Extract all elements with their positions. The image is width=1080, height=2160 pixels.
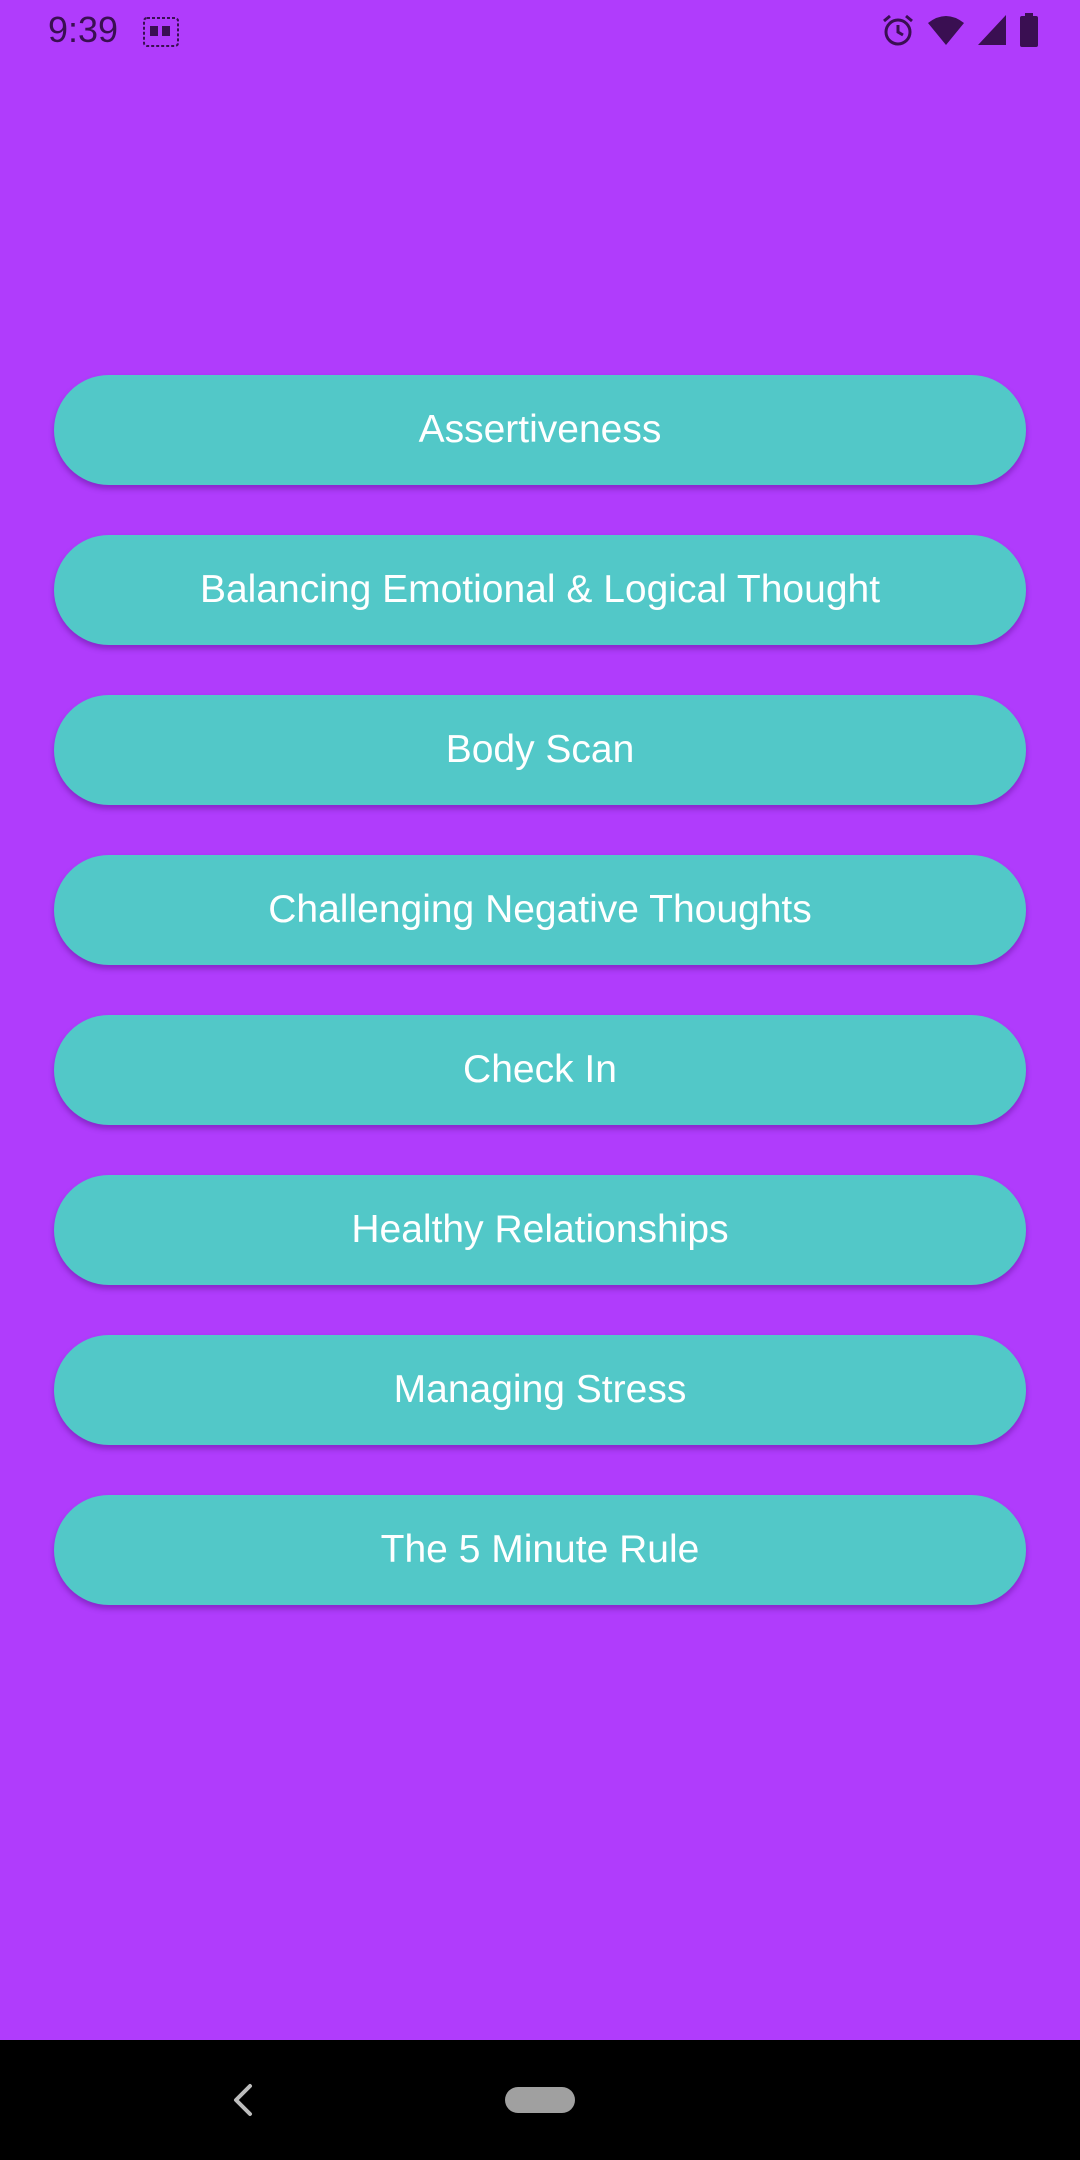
- status-time: 9:39: [48, 9, 119, 50]
- check-in-button[interactable]: Check In: [54, 1015, 1026, 1125]
- back-icon[interactable]: [222, 2078, 266, 2122]
- wifi-icon: [928, 16, 964, 45]
- balancing-emotional-logical-thought-button[interactable]: Balancing Emotional & Logical Thought: [54, 535, 1026, 645]
- healthy-relationships-button[interactable]: Healthy Relationships: [54, 1175, 1026, 1285]
- alarm-icon: [883, 14, 913, 46]
- assertiveness-button[interactable]: Assertiveness: [54, 375, 1026, 485]
- signal-icon: [978, 15, 1006, 45]
- status-icons: [880, 10, 1040, 50]
- managing-stress-button[interactable]: Managing Stress: [54, 1335, 1026, 1445]
- battery-icon: [1020, 13, 1038, 47]
- navigation-bar: [0, 2040, 1080, 2160]
- home-pill-icon[interactable]: [505, 2087, 575, 2113]
- five-minute-rule-button[interactable]: The 5 Minute Rule: [54, 1495, 1026, 1605]
- challenging-negative-thoughts-button[interactable]: Challenging Negative Thoughts: [54, 855, 1026, 965]
- notification-icon: [143, 17, 179, 47]
- status-bar: 9:39: [0, 0, 1080, 60]
- topic-button-list: Assertiveness Balancing Emotional & Logi…: [54, 375, 1026, 1655]
- body-scan-button[interactable]: Body Scan: [54, 695, 1026, 805]
